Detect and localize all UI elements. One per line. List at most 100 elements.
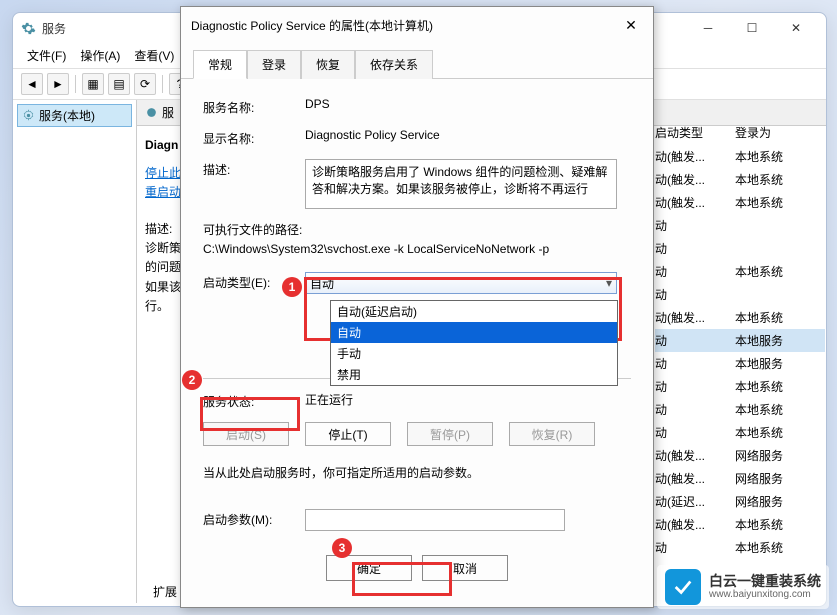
table-row[interactable]: 动本地系统 — [655, 536, 825, 559]
menu-view[interactable]: 查看(V) — [128, 45, 180, 66]
table-row[interactable]: 动(触发...本地系统 — [655, 168, 825, 191]
cell-startup-type: 动 — [655, 401, 735, 418]
close-button[interactable]: ✕ — [774, 14, 818, 42]
tool-grid[interactable]: ▦ — [82, 73, 104, 95]
tree-root-item[interactable]: 服务(本地) — [17, 104, 132, 127]
cell-startup-type: 动(触发... — [655, 148, 735, 165]
service-list-columns: 启动类型 登录为 动(触发...本地系统动(触发...本地系统动(触发...本地… — [655, 120, 825, 559]
startup-param-input — [305, 509, 565, 531]
minimize-button[interactable]: ─ — [686, 14, 730, 42]
tab-dependencies[interactable]: 依存关系 — [355, 50, 433, 79]
cell-startup-type: 动 — [655, 263, 735, 280]
cell-startup-type: 动 — [655, 286, 735, 303]
description-label: 描述: — [203, 159, 305, 178]
table-row[interactable]: 动 — [655, 237, 825, 260]
display-name-label: 显示名称: — [203, 128, 305, 147]
cell-startup-type: 动 — [655, 539, 735, 556]
tool-forward[interactable]: ► — [47, 73, 69, 95]
table-row[interactable]: 动本地系统 — [655, 421, 825, 444]
tool-props[interactable]: ▤ — [108, 73, 130, 95]
tab-logon[interactable]: 登录 — [247, 50, 301, 79]
cell-logon-as: 网络服务 — [735, 470, 815, 487]
exec-path-value: C:\Windows\System32\svchost.exe -k Local… — [203, 242, 631, 256]
cell-logon-as: 本地系统 — [735, 171, 815, 188]
tab-recovery[interactable]: 恢复 — [301, 50, 355, 79]
stop-link[interactable]: 停止此 — [145, 164, 179, 181]
start-button: 启动(S) — [203, 422, 289, 446]
restart-link[interactable]: 重启动 — [145, 183, 179, 200]
cell-logon-as: 网络服务 — [735, 493, 815, 510]
stop-button[interactable]: 停止(T) — [305, 422, 391, 446]
cell-logon-as: 本地服务 — [735, 332, 815, 349]
service-name-heading: Diagn — [145, 138, 179, 152]
cell-startup-type: 动 — [655, 424, 735, 441]
watermark: 白云一键重装系统 www.baiyunxitong.com — [657, 565, 829, 609]
column-headers: 启动类型 登录为 — [655, 120, 825, 145]
dropdown-option-disabled[interactable]: 禁用 — [331, 364, 617, 385]
cell-logon-as: 本地系统 — [735, 309, 815, 326]
gear-icon — [145, 106, 158, 119]
table-row[interactable]: 动(触发...网络服务 — [655, 444, 825, 467]
ok-button[interactable]: 确定 — [326, 555, 412, 581]
dialog-close-button[interactable]: ✕ — [619, 13, 643, 37]
table-row[interactable]: 动本地系统 — [655, 375, 825, 398]
watermark-logo — [665, 569, 701, 605]
cancel-button[interactable]: 取消 — [422, 555, 508, 581]
table-row[interactable]: 动本地服务 — [655, 352, 825, 375]
bottom-tabs[interactable]: 扩展 \ — [153, 583, 183, 600]
cell-startup-type: 动(触发... — [655, 194, 735, 211]
table-row[interactable]: 动(触发...本地系统 — [655, 513, 825, 536]
startup-type-select[interactable]: 自动 ▾ — [305, 272, 617, 294]
exec-path-label: 可执行文件的路径: — [203, 221, 631, 238]
table-row[interactable]: 动(延迟...网络服务 — [655, 490, 825, 513]
cell-startup-type: 动 — [655, 332, 735, 349]
dropdown-option-auto[interactable]: 自动 — [331, 322, 617, 343]
startup-hint: 当从此处启动服务时，你可指定所适用的启动参数。 — [203, 464, 631, 481]
separator — [162, 75, 163, 93]
col-startup-type[interactable]: 启动类型 — [655, 124, 735, 141]
resume-button: 恢复(R) — [509, 422, 595, 446]
dropdown-option-delayed[interactable]: 自动(延迟启动) — [331, 301, 617, 322]
cell-logon-as: 本地系统 — [735, 263, 815, 280]
table-row[interactable]: 动(触发...本地系统 — [655, 145, 825, 168]
description-text[interactable]: 诊断策略服务启用了 Windows 组件的问题检测、疑难解答和解决方案。如果该服… — [305, 159, 617, 209]
center-header-label: 服 — [162, 104, 174, 121]
startup-param-label: 启动参数(M): — [203, 509, 305, 528]
menu-file[interactable]: 文件(F) — [21, 45, 72, 66]
table-row[interactable]: 动 — [655, 283, 825, 306]
dialog-tabs: 常规 登录 恢复 依存关系 — [181, 49, 653, 79]
cell-startup-type: 动(触发... — [655, 171, 735, 188]
cell-startup-type: 动(触发... — [655, 516, 735, 533]
service-status-value: 正在运行 — [305, 391, 631, 408]
table-row[interactable]: 动(触发...本地系统 — [655, 191, 825, 214]
cell-startup-type: 动 — [655, 240, 735, 257]
table-row[interactable]: 动本地服务 — [655, 329, 825, 352]
table-row[interactable]: 动本地系统 — [655, 260, 825, 283]
tool-refresh[interactable]: ⟳ — [134, 73, 156, 95]
watermark-title: 白云一键重装系统 — [709, 573, 821, 590]
service-name-value: DPS — [305, 97, 631, 111]
service-name-label: 服务名称: — [203, 97, 305, 116]
tool-back[interactable]: ◄ — [21, 73, 43, 95]
tab-general[interactable]: 常规 — [193, 50, 247, 79]
maximize-button[interactable]: ☐ — [730, 14, 774, 42]
table-row[interactable]: 动(触发...本地系统 — [655, 306, 825, 329]
menu-action[interactable]: 操作(A) — [74, 45, 126, 66]
detail-description: 描述: 诊断策 的问题 如果该 行。 — [145, 220, 179, 316]
dropdown-option-manual[interactable]: 手动 — [331, 343, 617, 364]
cell-startup-type: 动 — [655, 217, 735, 234]
service-status-label: 服务状态: — [203, 391, 305, 410]
cell-logon-as: 网络服务 — [735, 447, 815, 464]
cell-startup-type: 动(延迟... — [655, 493, 735, 510]
separator — [75, 75, 76, 93]
table-row[interactable]: 动本地系统 — [655, 398, 825, 421]
table-row[interactable]: 动 — [655, 214, 825, 237]
cell-logon-as: 本地系统 — [735, 539, 815, 556]
watermark-url: www.baiyunxitong.com — [709, 589, 821, 601]
table-row[interactable]: 动(触发...网络服务 — [655, 467, 825, 490]
cell-startup-type: 动(触发... — [655, 470, 735, 487]
gear-icon — [21, 21, 36, 36]
cell-startup-type: 动(触发... — [655, 309, 735, 326]
col-logon-as[interactable]: 登录为 — [735, 124, 815, 141]
dialog-titlebar: Diagnostic Policy Service 的属性(本地计算机) ✕ — [181, 7, 653, 43]
